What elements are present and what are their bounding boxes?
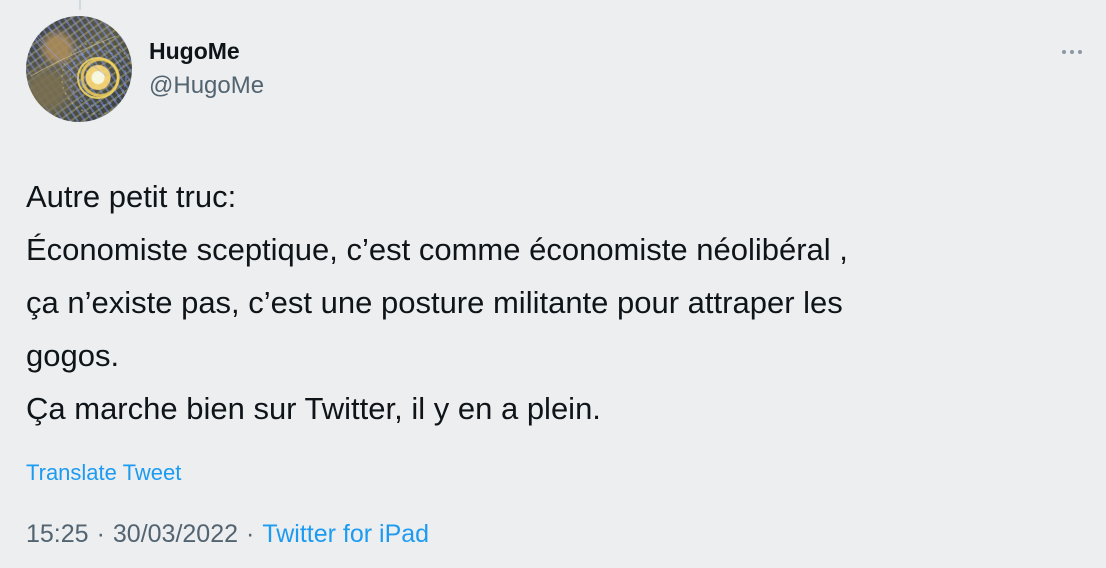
avatar-image bbox=[30, 25, 132, 115]
author-name[interactable]: HugoMe bbox=[149, 38, 240, 65]
more-options-button[interactable] bbox=[1054, 38, 1090, 66]
more-horizontal-icon bbox=[1062, 50, 1082, 54]
meta-separator: · bbox=[246, 520, 255, 548]
tweet-source-link[interactable]: Twitter for iPad bbox=[262, 520, 429, 548]
tweet-meta: 15:25 · 30/03/2022 · Twitter for iPad bbox=[26, 520, 429, 549]
author-handle[interactable]: @HugoMe bbox=[149, 72, 264, 100]
tweet-time[interactable]: 15:25 bbox=[26, 520, 89, 548]
tweet-text: Autre petit truc: Économiste sceptique, … bbox=[26, 179, 848, 426]
meta-separator: · bbox=[96, 520, 105, 548]
thread-connector-line bbox=[79, 0, 81, 10]
avatar[interactable] bbox=[26, 16, 132, 122]
translate-tweet-link[interactable]: Translate Tweet bbox=[26, 460, 181, 486]
tweet-date[interactable]: 30/03/2022 bbox=[113, 520, 238, 548]
